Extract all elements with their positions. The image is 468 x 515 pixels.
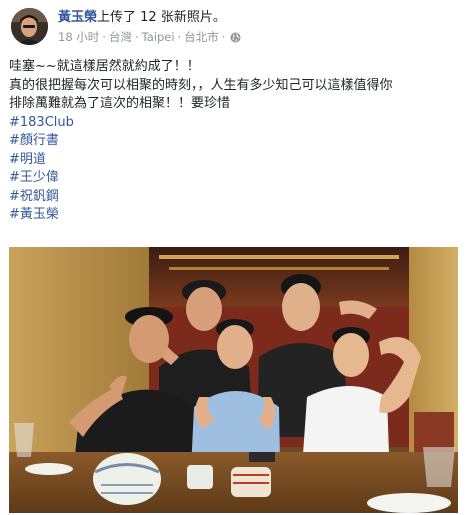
post-photo[interactable] [9,247,458,513]
message-line: 真的很把握每次可以相聚的時刻，，人生有多少知己可以這樣值得你 [9,77,393,93]
meta-separator: · [221,30,226,44]
author-avatar[interactable] [11,8,48,45]
location-country[interactable]: 台灣 [109,30,132,45]
hashtag-link[interactable]: #王少偉 [9,169,464,188]
location-city[interactable]: Taipei [142,30,175,45]
hashtag-link[interactable]: #明道 [9,151,464,170]
message-line: 哇塞~~就這樣居然就約成了！！ [9,59,200,74]
hashtag-link[interactable]: #183Club [9,114,464,133]
author-name-link[interactable]: 黃玉榮 [58,10,97,25]
hashtag-link[interactable]: #顏行書 [9,132,464,151]
hashtag-link[interactable]: #黃玉榮 [9,206,464,225]
post-message: 哇塞~~就這樣居然就約成了！！ 真的很把握每次可以相聚的時刻，，人生有多少知己可… [9,58,464,225]
hashtag-link[interactable]: #祝釩鋼 [9,188,464,207]
meta-separator: · [134,30,139,44]
message-line: 排除萬難就為了這次的相聚！！要珍惜 [9,96,231,111]
post-timestamp[interactable]: 18 小时 [58,30,99,45]
post-meta: 18 小时 · 台灣 · Taipei · 台北市 · [58,30,241,45]
post-header: 黃玉榮上传了 12 张新照片。 [58,9,226,27]
meta-separator: · [102,30,106,44]
facebook-post: 黃玉榮上传了 12 张新照片。 18 小时 · 台灣 · Taipei · 台北… [0,0,468,515]
meta-separator: · [177,30,182,44]
post-action-text: 上传了 12 张新照片。 [97,10,226,25]
globe-icon[interactable] [230,32,241,43]
location-district[interactable]: 台北市 [184,30,219,45]
